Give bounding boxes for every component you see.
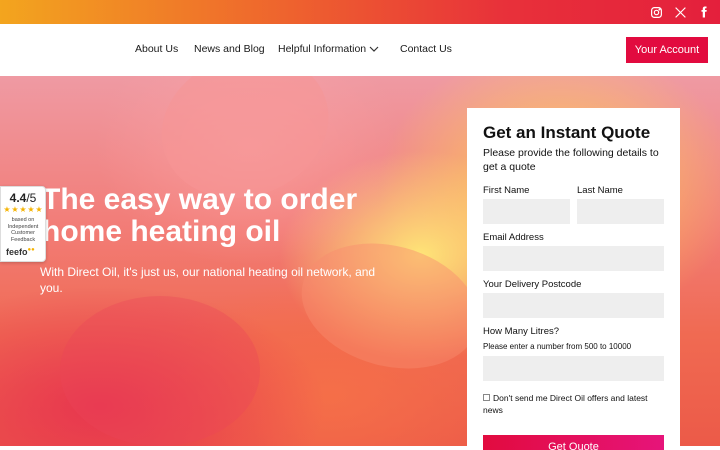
litres-field[interactable] (483, 356, 664, 381)
hero-subtitle: With Direct Oil, it's just us, our natio… (40, 265, 376, 295)
feefo-logo: feefo●● (6, 247, 35, 257)
star-icon: ★ (3, 205, 11, 214)
top-bar (0, 0, 720, 24)
hero-image-glove (60, 296, 260, 446)
star-icon: ★ (11, 205, 19, 214)
nav-helpful-information[interactable]: Helpful Information (278, 43, 366, 55)
last-name-field[interactable] (577, 199, 664, 224)
quote-description: Please provide the following details to … (483, 147, 659, 173)
get-quote-button[interactable]: Get Quote (483, 435, 664, 450)
postcode-field[interactable] (483, 293, 664, 318)
nav-contact-us[interactable]: Contact Us (400, 43, 452, 55)
quote-form: Get an Instant Quote Please provide the … (467, 108, 680, 450)
postcode-label: Your Delivery Postcode (483, 279, 582, 290)
main-nav: About Us News and Blog Helpful Informati… (0, 24, 720, 76)
star-rating: ★ ★ ★ ★ ★ (3, 206, 43, 214)
feefo-score: 4.4/5 (9, 191, 37, 205)
email-field[interactable] (483, 246, 664, 271)
first-name-label: First Name (483, 185, 530, 196)
first-name-field[interactable] (483, 199, 570, 224)
litres-hint: Please enter a number from 500 to 10000 (483, 342, 632, 351)
chevron-down-icon[interactable] (369, 44, 379, 54)
your-account-button[interactable]: Your Account (626, 37, 708, 63)
offers-checkbox-label: Don't send me Direct Oil offers and late… (483, 393, 648, 415)
hero-image-glove (287, 224, 493, 388)
feefo-caption: based on Independent Customer Feedback (7, 217, 39, 243)
email-label: Email Address (483, 232, 544, 243)
litres-label: How Many Litres? (483, 326, 560, 337)
nav-about-us[interactable]: About Us (135, 43, 178, 55)
star-icon: ★ (19, 205, 27, 214)
facebook-icon[interactable] (696, 4, 712, 20)
nav-news-and-blog[interactable]: News and Blog (194, 43, 265, 55)
instagram-icon[interactable] (648, 4, 664, 20)
feefo-rating-badge[interactable]: 4.4/5 ★ ★ ★ ★ ★ based on Independent Cus… (0, 186, 46, 262)
hero-title: The easy way to order home heating oil (42, 183, 358, 248)
star-icon: ★ (35, 205, 43, 214)
quote-title: Get an Instant Quote (483, 123, 651, 142)
star-icon: ★ (27, 205, 35, 214)
last-name-label: Last Name (577, 185, 623, 196)
x-icon[interactable] (672, 4, 688, 20)
